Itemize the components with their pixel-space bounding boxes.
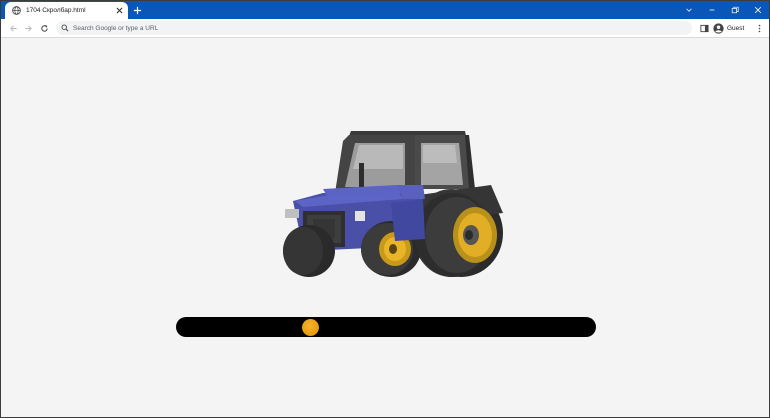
restore-button[interactable] [724, 3, 746, 16]
globe-icon [12, 6, 21, 15]
reload-button[interactable] [38, 22, 51, 35]
scrollbar-track[interactable] [176, 317, 596, 337]
forward-button[interactable] [22, 22, 35, 35]
search-icon [61, 24, 69, 32]
tab-strip: 1704 Скролбар.html [1, 1, 769, 19]
close-window-button[interactable] [747, 3, 769, 16]
active-tab[interactable]: 1704 Скролбар.html [5, 2, 128, 19]
avatar-icon [713, 23, 724, 34]
browser-window: 1704 Скролбар.html Search Google or type… [0, 0, 770, 418]
tab-title: 1704 Скролбар.html [26, 7, 86, 14]
tab-search-icon[interactable] [678, 3, 700, 16]
address-bar[interactable] [56, 21, 692, 35]
profile-button[interactable]: Guest [713, 22, 744, 35]
minimize-button[interactable] [701, 3, 723, 16]
profile-label: Guest [727, 25, 745, 32]
scrollbar-thumb[interactable] [301, 319, 319, 336]
search-input[interactable] [73, 24, 653, 32]
side-panel-icon[interactable] [698, 22, 711, 35]
close-tab-icon[interactable] [114, 6, 124, 16]
tractor-illustration [283, 131, 503, 277]
browser-toolbar: Guest [1, 19, 769, 38]
menu-icon[interactable] [753, 22, 766, 35]
back-button[interactable] [7, 22, 20, 35]
new-tab-button[interactable] [131, 4, 143, 16]
page-content [1, 39, 769, 417]
